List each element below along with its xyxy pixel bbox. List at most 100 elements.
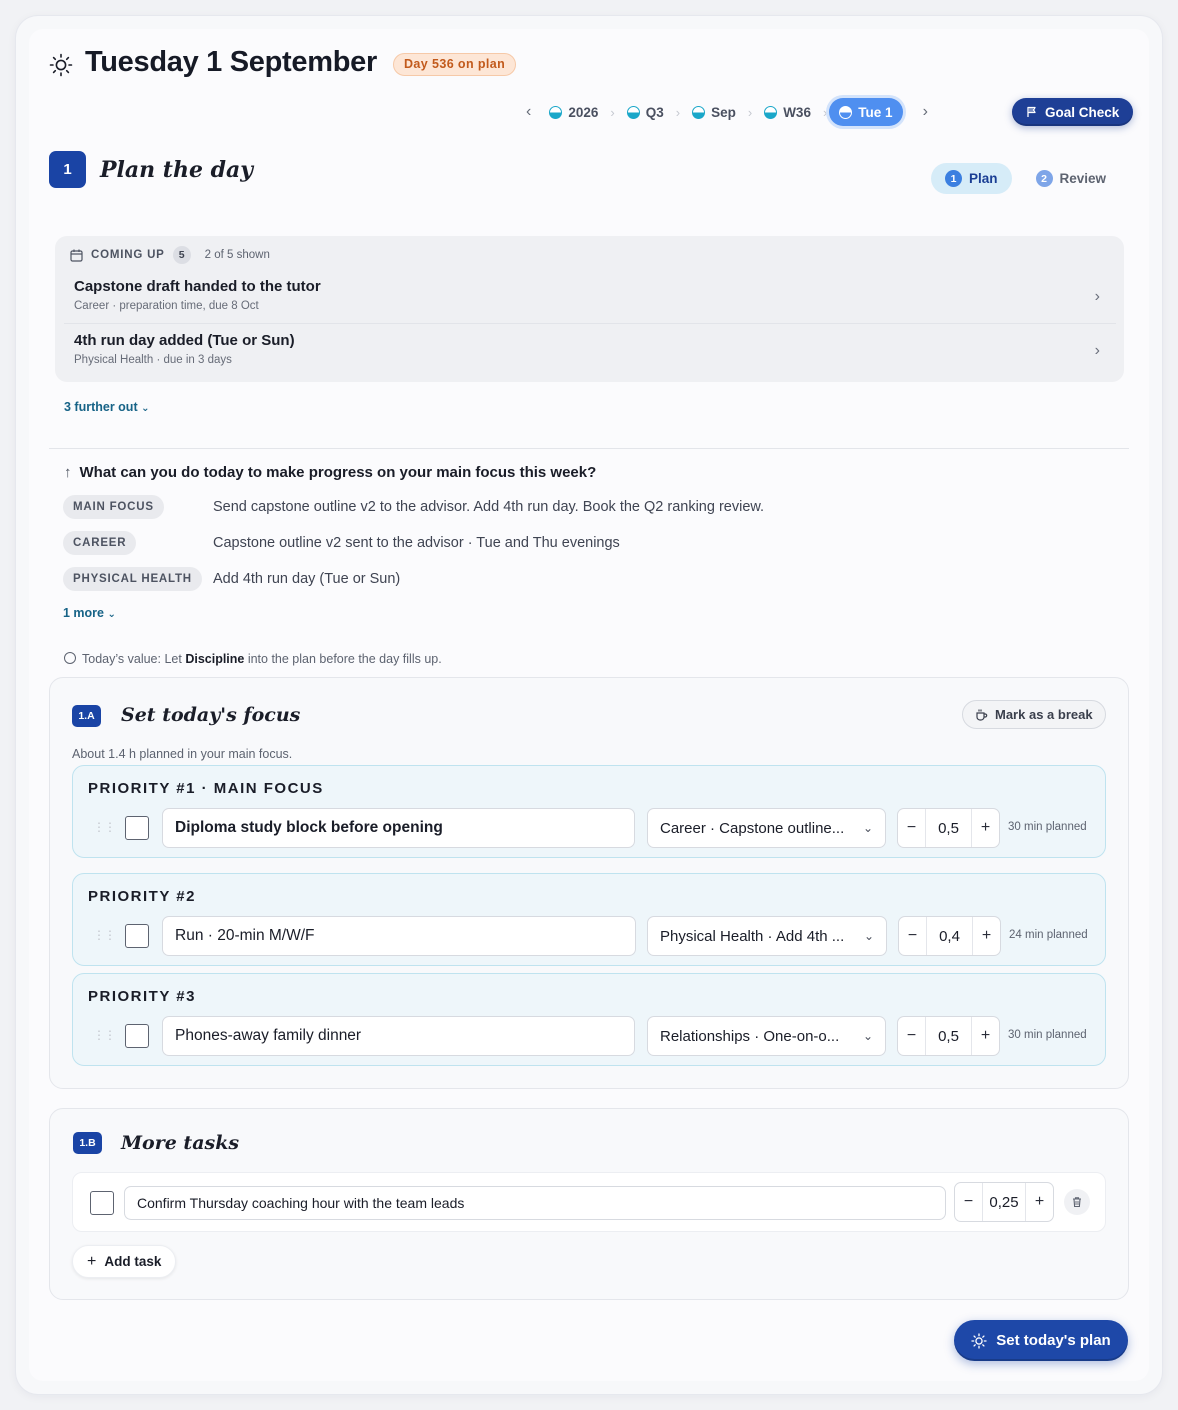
plus-button[interactable]: + bbox=[972, 819, 999, 837]
section-number: 1.A bbox=[72, 705, 101, 727]
tag-career: CAREER bbox=[63, 531, 137, 555]
coming-up-item[interactable]: Capstone draft handed to the tutor Caree… bbox=[64, 270, 1116, 324]
shown-count: 2 of 5 shown bbox=[204, 249, 270, 261]
sun-icon bbox=[971, 1332, 987, 1349]
arrow-up-icon: ↑ bbox=[64, 464, 72, 481]
breadcrumb-label: Sep bbox=[711, 104, 736, 120]
section-title: Set today's focus bbox=[121, 704, 301, 726]
break-label: Mark as a break bbox=[995, 707, 1093, 722]
area-select[interactable]: Career · Capstone outline... ⌄ bbox=[647, 808, 886, 848]
trash-icon[interactable] bbox=[1064, 1189, 1090, 1215]
priority-card: PRIORITY #1 · MAIN FOCUS ⋮⋮ Diploma stud… bbox=[72, 765, 1106, 858]
plus-button[interactable]: + bbox=[972, 1027, 999, 1045]
section-number: 1.B bbox=[73, 1132, 102, 1154]
drag-handle-icon[interactable]: ⋮⋮ bbox=[93, 1029, 116, 1041]
mark-as-break-button[interactable]: Mark as a break bbox=[962, 700, 1106, 729]
chevron-down-icon: ⌄ bbox=[862, 1029, 873, 1043]
breadcrumb: ‹ 2026 › Q3 › Sep › W36 › Tue 1 › bbox=[518, 98, 936, 126]
item-title: Capstone draft handed to the tutor bbox=[74, 278, 321, 295]
add-task-button[interactable]: + Add task bbox=[72, 1245, 177, 1278]
minus-button[interactable]: − bbox=[955, 1193, 982, 1211]
minus-button[interactable]: − bbox=[899, 927, 926, 945]
item-subtitle: Physical Health · due in 3 days bbox=[74, 354, 232, 366]
task-input[interactable]: Phones-away family dinner bbox=[162, 1016, 635, 1056]
calendar-icon bbox=[70, 249, 83, 262]
hours-value[interactable]: 0,5 bbox=[925, 809, 972, 847]
breadcrumb-label: W36 bbox=[783, 104, 811, 120]
priority-card: PRIORITY #3 ⋮⋮ Phones-away family dinner… bbox=[72, 973, 1106, 1066]
chevron-right-icon: › bbox=[1094, 342, 1100, 359]
priority-label: PRIORITY #1 · MAIN FOCUS bbox=[88, 780, 324, 797]
drag-handle-icon[interactable]: ⋮⋮ bbox=[93, 821, 116, 833]
plus-button[interactable]: + bbox=[973, 927, 1000, 945]
plus-button[interactable]: + bbox=[1026, 1193, 1053, 1211]
chevron-left-icon[interactable]: ‹ bbox=[518, 103, 539, 121]
chevron-right-icon: › bbox=[610, 104, 615, 120]
breadcrumb-week[interactable]: W36 bbox=[754, 98, 821, 126]
focus-row: MAIN FOCUS bbox=[63, 495, 164, 519]
chevron-right-icon[interactable]: › bbox=[915, 103, 936, 121]
priority-label: PRIORITY #2 bbox=[88, 888, 196, 905]
todays-value: Today’s value: Let Discipline into the p… bbox=[64, 652, 442, 666]
half-circle-icon bbox=[764, 105, 778, 119]
coming-up-item[interactable]: 4th run day added (Tue or Sun) Physical … bbox=[64, 324, 1116, 378]
item-title: 4th run day added (Tue or Sun) bbox=[74, 332, 295, 349]
task-checkbox[interactable] bbox=[125, 924, 149, 948]
drag-handle-icon[interactable]: ⋮⋮ bbox=[93, 929, 116, 941]
task-checkbox[interactable] bbox=[125, 1024, 149, 1048]
hours-stepper: −0,4 + bbox=[898, 916, 1001, 956]
half-circle-icon bbox=[839, 105, 853, 119]
breadcrumb-label: 2026 bbox=[568, 104, 599, 120]
minus-button[interactable]: − bbox=[898, 1027, 925, 1045]
compass-icon bbox=[64, 652, 76, 664]
chevron-right-icon: › bbox=[675, 104, 681, 120]
area-select[interactable]: Relationships · One-on-o... ⌄ bbox=[647, 1016, 886, 1056]
breadcrumb-month[interactable]: Sep bbox=[682, 98, 746, 126]
further-out-toggle[interactable]: 3 further out ⌄ bbox=[64, 400, 149, 414]
task-input[interactable]: Run · 20-min M/W/F bbox=[162, 916, 636, 956]
divider bbox=[49, 448, 1129, 449]
tag-main-focus: MAIN FOCUS bbox=[63, 495, 164, 519]
plus-icon: + bbox=[87, 1252, 97, 1270]
section-number: 1 bbox=[49, 151, 86, 188]
minus-button[interactable]: − bbox=[898, 819, 925, 837]
coming-up-count: 5 bbox=[172, 246, 191, 264]
chevron-down-icon: ⌄ bbox=[141, 403, 150, 414]
area-label: Career · Capstone outline... bbox=[660, 819, 845, 837]
hours-value[interactable]: 0,25 bbox=[982, 1183, 1026, 1221]
tab-plan[interactable]: 1 Plan bbox=[931, 163, 1012, 194]
task-input[interactable]: Diploma study block before opening bbox=[162, 808, 635, 848]
coming-up-title: COMING UP bbox=[91, 249, 165, 261]
area-select[interactable]: Physical Health · Add 4th ... ⌄ bbox=[647, 916, 887, 956]
plan-review-tabs: 1 Plan 2 Review bbox=[931, 163, 1120, 194]
more-toggle[interactable]: 1 more ⌄ bbox=[63, 606, 116, 620]
coming-up-header: COMING UP 5 2 of 5 shown bbox=[70, 246, 270, 264]
more-label: 1 more bbox=[63, 606, 104, 620]
chevron-right-icon: › bbox=[1094, 288, 1100, 305]
breadcrumb-label: Tue 1 bbox=[858, 104, 893, 120]
item-subtitle: Career · preparation time, due 8 Oct bbox=[74, 300, 259, 312]
section-title: Plan the day bbox=[100, 157, 254, 183]
breadcrumb-day[interactable]: Tue 1 bbox=[829, 98, 903, 126]
sun-icon bbox=[49, 53, 73, 77]
goal-check-button[interactable]: Goal Check bbox=[1012, 98, 1134, 126]
hours-value[interactable]: 0,4 bbox=[926, 917, 973, 955]
tab-label: Review bbox=[1059, 171, 1107, 186]
focus-row-text: Add 4th run day (Tue or Sun) bbox=[213, 571, 401, 587]
flag-icon bbox=[1027, 106, 1036, 117]
chevron-right-icon: › bbox=[747, 104, 753, 120]
task-checkbox[interactable] bbox=[90, 1191, 114, 1215]
breadcrumb-year[interactable]: 2026 bbox=[539, 98, 608, 126]
hours-value[interactable]: 0,5 bbox=[925, 1017, 972, 1055]
coffee-cup-icon bbox=[976, 709, 988, 721]
area-label: Relationships · One-on-o... bbox=[660, 1027, 840, 1045]
focus-row-text: Capstone outline v2 sent to the advisor … bbox=[213, 535, 620, 551]
task-input[interactable]: Confirm Thursday coaching hour with the … bbox=[124, 1186, 946, 1220]
set-todays-plan-button[interactable]: Set today's plan bbox=[954, 1320, 1128, 1361]
breadcrumb-quarter[interactable]: Q3 bbox=[617, 98, 674, 126]
tab-number: 1 bbox=[945, 170, 962, 187]
half-circle-icon bbox=[626, 105, 640, 119]
half-circle-icon bbox=[692, 105, 706, 119]
task-checkbox[interactable] bbox=[125, 816, 149, 840]
tab-review[interactable]: 2 Review bbox=[1022, 163, 1121, 194]
